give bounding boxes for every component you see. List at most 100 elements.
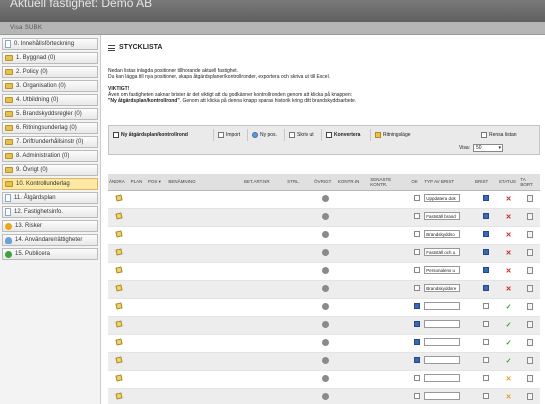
ok-cell[interactable]	[410, 388, 424, 404]
defect-type-cell[interactable]	[423, 388, 475, 404]
defect-type-input[interactable]	[424, 338, 461, 346]
delete-cell[interactable]	[519, 388, 540, 404]
sidebar-item-kontrollunderlag[interactable]: 10. Kontrollunderlag	[2, 178, 98, 190]
sidebar-item-drift[interactable]: 7. Drift/underhållsinstr (0)	[2, 136, 98, 148]
other-cell[interactable]	[313, 370, 337, 389]
info-icon[interactable]	[321, 212, 329, 220]
defect-checkbox[interactable]	[482, 249, 489, 255]
delete-cell[interactable]	[519, 280, 540, 299]
defect-cell[interactable]	[474, 370, 498, 389]
edit-icon[interactable]	[115, 302, 123, 310]
defect-type-cell[interactable]: Brandskyddsre	[423, 280, 475, 299]
delete-cell[interactable]	[519, 352, 540, 371]
ok-cell[interactable]	[410, 334, 424, 353]
ok-cell[interactable]	[410, 208, 424, 227]
col-ovrigt[interactable]: ÖVRIGT	[313, 174, 337, 191]
defect-type-input[interactable]: Fastställ och u	[424, 248, 461, 256]
edit-cell[interactable]	[108, 388, 130, 404]
defect-type-input[interactable]	[424, 320, 461, 328]
edit-cell[interactable]	[108, 298, 130, 317]
col-benamning[interactable]: BENÄMNING	[167, 174, 243, 191]
ok-checkbox[interactable]	[413, 195, 420, 201]
sidebar-item-administration[interactable]: 8. Administration (0)	[2, 150, 98, 162]
defect-checkbox[interactable]	[482, 231, 489, 237]
ok-checkbox[interactable]	[413, 213, 420, 219]
other-cell[interactable]	[313, 208, 337, 227]
defect-type-input[interactable]	[424, 356, 461, 364]
import-button[interactable]: Import	[218, 129, 240, 141]
delete-cell[interactable]	[519, 244, 540, 263]
defect-type-cell[interactable]	[423, 316, 475, 335]
delete-cell[interactable]	[519, 370, 540, 389]
ok-cell[interactable]	[410, 262, 424, 281]
other-cell[interactable]	[313, 280, 337, 299]
col-plan[interactable]: PLAN	[129, 174, 147, 191]
ok-checkbox[interactable]	[413, 249, 420, 255]
delete-cell[interactable]	[519, 334, 540, 353]
other-cell[interactable]	[313, 244, 337, 263]
defect-checkbox[interactable]	[482, 393, 489, 399]
delete-icon[interactable]	[526, 338, 533, 346]
delete-icon[interactable]	[526, 356, 533, 364]
defect-cell[interactable]	[474, 226, 498, 245]
defect-type-cell[interactable]	[423, 370, 475, 389]
info-icon[interactable]	[321, 266, 329, 274]
ok-checkbox[interactable]	[413, 267, 420, 273]
defect-type-cell[interactable]: Personalens u	[423, 262, 475, 281]
defect-type-input[interactable]	[424, 374, 461, 382]
info-icon[interactable]	[321, 338, 329, 346]
info-icon[interactable]	[321, 374, 329, 382]
defect-cell[interactable]	[474, 190, 498, 209]
col-brist[interactable]: BRIST	[474, 174, 498, 191]
ok-checkbox[interactable]	[413, 321, 420, 327]
drawing-mode-button[interactable]: Ritningsläge	[375, 129, 411, 141]
info-icon[interactable]	[321, 284, 329, 292]
other-cell[interactable]	[313, 388, 337, 404]
defect-checkbox[interactable]	[482, 267, 489, 273]
edit-cell[interactable]	[108, 334, 130, 353]
ok-cell[interactable]	[410, 298, 424, 317]
delete-icon[interactable]	[526, 392, 533, 400]
delete-cell[interactable]	[519, 208, 540, 227]
info-icon[interactable]	[321, 248, 329, 256]
ok-checkbox[interactable]	[413, 393, 420, 399]
ok-cell[interactable]	[410, 370, 424, 389]
edit-cell[interactable]	[108, 208, 130, 227]
other-cell[interactable]	[313, 352, 337, 371]
edit-icon[interactable]	[115, 320, 123, 328]
defect-checkbox[interactable]	[482, 357, 489, 363]
ok-checkbox[interactable]	[413, 285, 420, 291]
delete-icon[interactable]	[526, 194, 533, 202]
info-icon[interactable]	[321, 302, 329, 310]
defect-checkbox[interactable]	[482, 195, 489, 201]
edit-icon[interactable]	[115, 248, 123, 256]
col-strl[interactable]: STRL.	[286, 174, 314, 191]
sidebar-item-utbildning[interactable]: 4. Utbildning (0)	[2, 94, 98, 106]
delete-icon[interactable]	[526, 374, 533, 382]
sidebar-item-risker[interactable]: 13. Risker	[2, 220, 98, 232]
sidebar-item-publicera[interactable]: 15. Publicera	[2, 248, 98, 260]
edit-icon[interactable]	[115, 356, 123, 364]
convert-button[interactable]: Konvertera	[326, 129, 360, 141]
print-button[interactable]: Skriv ut	[289, 129, 314, 141]
edit-icon[interactable]	[115, 392, 123, 400]
defect-checkbox[interactable]	[482, 321, 489, 327]
defect-type-cell[interactable]: Brandskyddso	[423, 226, 475, 245]
edit-cell[interactable]	[108, 352, 130, 371]
new-plan-button[interactable]: Ny åtgärdsplan/kontrollrond	[113, 129, 188, 141]
sidebar-item-organisation[interactable]: 3. Organisation (0)	[2, 80, 98, 92]
sidebar-item-atgardsplan[interactable]: 11. Åtgärdsplan	[2, 192, 98, 204]
defect-type-input[interactable]: Fastställ brand	[424, 212, 461, 220]
defect-type-cell[interactable]	[423, 352, 475, 371]
delete-icon[interactable]	[526, 302, 533, 310]
sidebar-item-ovrigt[interactable]: 9. Övrigt (0)	[2, 164, 98, 176]
edit-cell[interactable]	[108, 190, 130, 209]
sidebar-item-ritningsunderlag[interactable]: 6. Ritningsunderlag (0)	[2, 122, 98, 134]
defect-cell[interactable]	[474, 244, 498, 263]
edit-icon[interactable]	[115, 338, 123, 346]
col-status[interactable]: STATUS	[497, 174, 520, 191]
delete-icon[interactable]	[526, 212, 533, 220]
edit-cell[interactable]	[108, 244, 130, 263]
edit-icon[interactable]	[115, 266, 123, 274]
edit-icon[interactable]	[115, 374, 123, 382]
